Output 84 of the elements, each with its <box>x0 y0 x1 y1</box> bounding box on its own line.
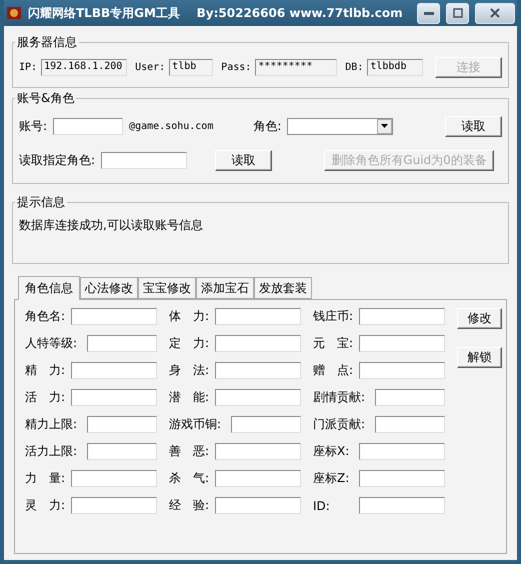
input-field[interactable] <box>359 497 445 514</box>
field-label: IP: <box>19 62 38 72</box>
field-label: 游戏币铜: <box>169 416 222 433</box>
input-field[interactable] <box>215 308 301 325</box>
input-field[interactable] <box>71 389 157 406</box>
input-field[interactable]: tlbb <box>169 58 214 76</box>
input-field[interactable] <box>359 362 445 379</box>
field-label: 赠 点: <box>313 362 354 379</box>
input-field[interactable] <box>215 443 301 460</box>
tab[interactable]: 宝宝修改 <box>138 277 196 299</box>
input-field[interactable] <box>215 470 301 487</box>
maximize-button[interactable] <box>446 2 469 24</box>
account-field[interactable] <box>53 118 124 134</box>
input-field[interactable] <box>231 416 301 433</box>
field-label: 活 力: <box>25 389 66 406</box>
input-field[interactable] <box>87 335 157 352</box>
field-label: User: <box>135 62 166 72</box>
input-field[interactable] <box>71 362 157 379</box>
app-icon <box>6 5 22 21</box>
group-title: 账号&角色 <box>16 90 76 107</box>
role-label: 角色: <box>253 118 282 134</box>
input-field[interactable] <box>215 497 301 514</box>
field-label: 善 恶: <box>169 443 210 460</box>
input-field[interactable] <box>359 308 445 325</box>
role-dropdown[interactable] <box>287 118 394 134</box>
input-field[interactable]: ********* <box>255 58 338 76</box>
field-label: 灵 力: <box>25 497 66 514</box>
input-field[interactable]: tlbbdb <box>367 58 424 76</box>
minimize-icon <box>424 12 434 14</box>
field-label: 座标Z: <box>313 470 350 487</box>
input-field[interactable] <box>87 443 157 460</box>
specific-role-label: 读取指定角色: <box>19 152 96 168</box>
field-label: 潜 能: <box>169 389 210 406</box>
role-name-field[interactable] <box>101 152 188 168</box>
input-field[interactable] <box>71 470 157 487</box>
input-field[interactable] <box>375 389 445 406</box>
input-field[interactable] <box>359 470 445 487</box>
field-label: 元 宝: <box>313 335 354 352</box>
field-label: 剧情贡献: <box>313 389 366 406</box>
field-label: 定 力: <box>169 335 210 352</box>
input-field[interactable]: 192.168.1.200 <box>41 58 128 76</box>
tab[interactable]: 发放套装 <box>254 277 312 299</box>
tab[interactable]: 角色信息 <box>18 276 80 300</box>
input-field[interactable] <box>375 416 445 433</box>
input-field[interactable] <box>359 443 445 460</box>
read-button[interactable]: 读取 <box>215 150 272 170</box>
domain-label: @game.sohu.com <box>129 120 214 132</box>
field-label: 精力上限: <box>25 416 78 433</box>
account-label: 账号: <box>19 118 48 134</box>
close-icon <box>490 8 500 18</box>
input-field[interactable] <box>71 308 157 325</box>
input-field[interactable] <box>71 497 157 514</box>
field-label: 角色名: <box>25 308 66 325</box>
input-field[interactable] <box>359 335 445 352</box>
status-message: 数据库连接成功,可以读取账号信息 <box>19 218 203 232</box>
unlock-button[interactable]: 解锁 <box>457 347 502 368</box>
field-label: 门派贡献: <box>313 416 366 433</box>
field-label: 杀 气: <box>169 470 210 487</box>
field-label: 精 力: <box>25 362 66 379</box>
modify-button[interactable]: 修改 <box>457 308 502 329</box>
close-button[interactable] <box>475 2 515 24</box>
field-label: 经 验: <box>169 497 210 514</box>
read-button[interactable]: 读取 <box>445 116 502 136</box>
field-label: 座标X: <box>313 443 350 460</box>
field-label: DB: <box>345 62 364 72</box>
input-field[interactable] <box>87 416 157 433</box>
minimize-button[interactable] <box>417 2 440 24</box>
field-label: 人特等级: <box>25 335 78 352</box>
tab[interactable]: 心法修改 <box>80 277 138 299</box>
input-field[interactable] <box>215 389 301 406</box>
group-title: 提示信息 <box>16 194 66 211</box>
field-label: 体 力: <box>169 308 210 325</box>
field-label: 力 量: <box>25 470 66 487</box>
input-field[interactable] <box>215 362 301 379</box>
field-label: 活力上限: <box>25 443 78 460</box>
input-field[interactable] <box>215 335 301 352</box>
field-label: 钱庄币: <box>313 308 354 325</box>
maximize-icon <box>452 8 462 18</box>
group-title: 服务器信息 <box>16 34 78 51</box>
field-label: 身 法: <box>169 362 210 379</box>
field-label: ID: <box>313 498 330 512</box>
tab[interactable]: 添加宝石 <box>196 277 254 299</box>
window-title: 闪耀网络TLBB专用GM工具 By:50226606 www.77tlbb.com <box>28 4 404 22</box>
field-label: Pass: <box>221 62 252 72</box>
